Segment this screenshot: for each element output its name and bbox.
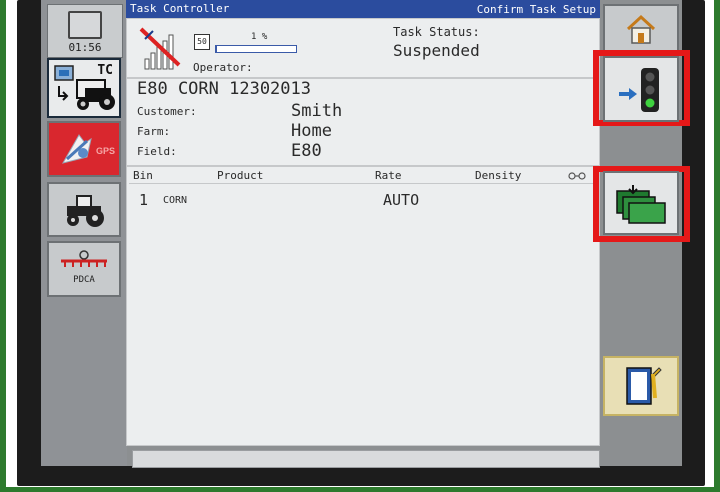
- confirm-task-setup-title: Confirm Task Setup: [476, 3, 596, 16]
- title-bar: Task Controller Confirm Task Setup: [126, 0, 600, 18]
- row-product: CORN: [163, 195, 188, 206]
- table-divider: [129, 183, 597, 184]
- status-panel: 50 1 % Operator: Task Status: Suspended: [126, 18, 600, 78]
- home-icon: [626, 14, 656, 44]
- column-header-density: Density: [475, 169, 522, 182]
- pdca-tile[interactable]: PDCA: [47, 241, 121, 297]
- farm-value: Home: [291, 121, 332, 141]
- customer-label: Customer:: [137, 105, 197, 118]
- column-header-product: Product: [217, 169, 264, 182]
- column-header-bin: Bin: [133, 169, 153, 182]
- progress-bar: [215, 45, 297, 53]
- field-label: Field:: [137, 145, 177, 158]
- app-title: Task Controller: [130, 2, 230, 15]
- field-value: E80: [291, 141, 322, 161]
- task-name: E80 CORN 12302013: [137, 79, 311, 99]
- customer-value: Smith: [291, 101, 343, 121]
- clock-tile: 01:56: [47, 4, 123, 58]
- traffic-light-icon: [619, 68, 659, 112]
- gps-tile[interactable]: GPS: [47, 121, 121, 177]
- task-info-panel: E80 CORN 12302013 Customer: Smith Farm: …: [126, 78, 600, 166]
- start-task-button[interactable]: [603, 56, 679, 122]
- tractor-computer-icon: [54, 65, 115, 110]
- progress-fill: [216, 46, 217, 52]
- sprayer-boom-icon: [61, 250, 107, 267]
- field-layers-icon: [616, 185, 666, 224]
- satellite-icon: [61, 134, 92, 164]
- battery-indicator: 50: [194, 34, 210, 50]
- operator-label: Operator:: [193, 61, 253, 74]
- notes-button[interactable]: [603, 356, 679, 416]
- row-rate: AUTO: [383, 191, 420, 209]
- column-header-rate: Rate: [375, 169, 402, 182]
- clock-time: 01:56: [68, 41, 102, 54]
- monitor-icon: [68, 11, 102, 39]
- machine-tile[interactable]: [47, 182, 121, 237]
- gps-label: GPS: [95, 146, 115, 156]
- notepad-icon: [626, 367, 662, 405]
- home-button[interactable]: [603, 4, 679, 56]
- progress-percent: 1 %: [251, 32, 268, 42]
- task-controller-tile[interactable]: TC: [47, 58, 121, 118]
- row-bin: 1: [139, 191, 149, 209]
- table-row[interactable]: 1 CORN AUTO: [127, 187, 599, 213]
- farm-label: Farm:: [137, 125, 171, 138]
- link-icon: [568, 172, 586, 180]
- task-status-label: Task Status:: [393, 25, 480, 39]
- pdca-label: PDCA: [73, 275, 95, 285]
- status-footer: [132, 450, 600, 468]
- tractor-icon: [67, 195, 104, 227]
- field-setup-button[interactable]: [603, 171, 679, 235]
- task-status-value: Suspended: [393, 41, 480, 60]
- product-table: Bin Product Rate Density 1 CORN AUTO: [126, 166, 600, 446]
- no-signal-icon: [139, 27, 181, 70]
